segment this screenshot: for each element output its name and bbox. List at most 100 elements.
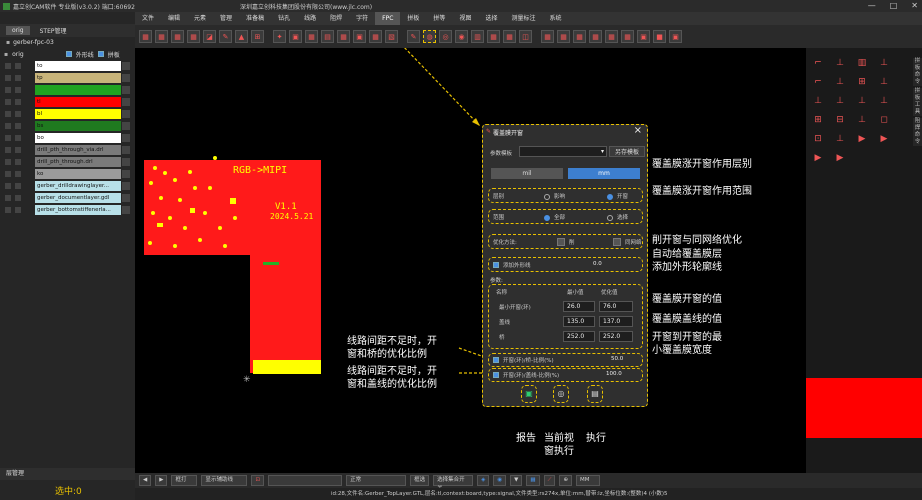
layer-select-checkbox[interactable] [15, 182, 21, 189]
layer-row[interactable]: drill_pth_through.drl [0, 156, 135, 167]
panel-tool-icon[interactable]: ⌐ [810, 75, 826, 89]
toolbar-tool-icon[interactable]: ▦ [155, 30, 168, 43]
layer-option-icon[interactable] [122, 169, 130, 178]
param-min-input[interactable]: 26.0 [563, 301, 595, 312]
project-node[interactable]: ▪ gerber-fpc-03 [0, 37, 135, 49]
layer-option-icon[interactable] [122, 85, 130, 94]
panel-tool-icon[interactable]: ◻ [876, 113, 892, 127]
layer-visible-checkbox[interactable] [5, 170, 11, 177]
panel-checkbox[interactable] [97, 51, 104, 57]
bridge-ratio-checkbox[interactable] [493, 357, 499, 363]
cover-ratio-value[interactable]: 100.0 [606, 371, 622, 377]
layer-option-icon[interactable] [122, 205, 130, 214]
close-icon[interactable]: ✕ [911, 1, 918, 10]
save-template-button[interactable]: 另存模板 [609, 146, 645, 157]
toolbar-tool-icon[interactable]: ▣ [669, 30, 682, 43]
prev-icon[interactable]: ◀ [139, 475, 152, 486]
toolbar-tool-icon[interactable]: ✎ [219, 30, 232, 43]
layer-row[interactable]: bl [0, 108, 135, 119]
panel-tool-icon[interactable]: ⌐ [810, 56, 826, 70]
layer-visible-checkbox[interactable] [5, 194, 11, 201]
panel-tool-icon[interactable]: ⊥ [854, 113, 870, 127]
layer-option-icon[interactable] [122, 121, 130, 130]
layer-option-icon[interactable] [122, 181, 130, 190]
layer-select-checkbox[interactable] [15, 86, 21, 93]
bridge-ratio-value[interactable]: 50.0 [611, 356, 623, 362]
panel-tool-icon[interactable]: ▶ [832, 151, 848, 165]
panel-tool-icon[interactable]: ▶ [876, 132, 892, 146]
layer-option-icon[interactable] [122, 97, 130, 106]
panel-tool-icon[interactable]: ⊥ [832, 132, 848, 146]
layer-row[interactable]: gerber_bottomstiffenerla... [0, 204, 135, 215]
right-tab-mask-cmd[interactable]: 阻焊命令 [913, 118, 922, 146]
toolbar-tool-icon[interactable]: ◪ [203, 30, 216, 43]
layer-option-icon[interactable] [122, 133, 130, 142]
layer-select-checkbox[interactable] [15, 206, 21, 213]
scope-select-radio[interactable]: 选择 [607, 213, 628, 221]
menu-item-0[interactable]: 文件 [135, 12, 161, 25]
layer-visible-checkbox[interactable] [5, 98, 11, 105]
layer-row[interactable]: drill_pth_through_via.drl [0, 144, 135, 155]
layer-row[interactable]: ko [0, 168, 135, 179]
panel-tool-icon[interactable]: ⊞ [810, 113, 826, 127]
tab-step-manage[interactable]: STEP管理 [34, 25, 73, 36]
menu-item-3[interactable]: 管理 [213, 12, 239, 25]
panel-tool-icon[interactable]: ⊥ [810, 94, 826, 108]
toolbar-tool-icon[interactable]: ■ [653, 30, 666, 43]
toolbar-tool-icon[interactable]: ▦ [187, 30, 200, 43]
param-opt-input[interactable]: 252.0 [599, 331, 633, 342]
toolbar-tool-icon[interactable]: ▦ [337, 30, 350, 43]
layer-option-icon[interactable] [122, 73, 130, 82]
toolbar-tool-icon[interactable]: ✦ [273, 30, 286, 43]
panel-tool-icon[interactable]: ⊥ [876, 94, 892, 108]
menu-item-11[interactable]: 拼等 [426, 12, 452, 25]
toolbar-tool-icon[interactable]: ▣ [289, 30, 302, 43]
panel-tool-icon[interactable]: ⊥ [832, 94, 848, 108]
layer-select-checkbox[interactable] [15, 74, 21, 81]
layer-row[interactable]: gerber_drilldrawinglayer... [0, 180, 135, 191]
menu-item-2[interactable]: 元素 [187, 12, 213, 25]
toolbar-tool-icon[interactable]: ▲ [235, 30, 248, 43]
layer-select-checkbox[interactable] [15, 170, 21, 177]
layer-opt2-radio[interactable]: 开窗 [607, 192, 628, 200]
param-opt-input[interactable]: 137.0 [599, 316, 633, 327]
layer-row[interactable]: to [0, 60, 135, 71]
menu-item-4[interactable]: 准备稿 [239, 12, 271, 25]
layer-visible-checkbox[interactable] [5, 62, 11, 69]
pcb-canvas[interactable]: RGB->MIPI V1.1 2024.5.21 ✳ 覆盖膜涨开窗作用层别 覆盖… [135, 48, 806, 473]
layer-select-checkbox[interactable] [15, 146, 21, 153]
panel-tool-icon[interactable]: ⊡ [810, 132, 826, 146]
layer-manage-tab[interactable]: 层管理 [0, 468, 135, 480]
scope-all-radio[interactable]: 全部 [544, 213, 565, 221]
zoom-icon[interactable]: ⊕ [559, 475, 573, 486]
unit-mm-button[interactable]: mm [568, 168, 640, 179]
menu-item-14[interactable]: 测量标注 [504, 12, 542, 25]
outline-checkbox[interactable] [65, 51, 72, 57]
menu-item-8[interactable]: 字符 [349, 12, 375, 25]
toolbar-tool-icon[interactable]: ◎ [439, 30, 452, 43]
toolbar-tool-icon[interactable]: ▥ [471, 30, 484, 43]
selection-filter-button[interactable]: 选择集合开关 [433, 475, 474, 492]
cover-ratio-checkbox[interactable] [493, 372, 499, 378]
execute-button[interactable]: ▤ [587, 385, 603, 403]
layer-visible-checkbox[interactable] [5, 86, 11, 93]
toolbar-tool-icon[interactable]: ▦ [171, 30, 184, 43]
layer-option-icon[interactable] [122, 157, 130, 166]
layer-option-icon[interactable] [122, 109, 130, 118]
template-select[interactable]: ▾ [519, 146, 607, 157]
measure-icon[interactable]: ⟋ [543, 475, 556, 486]
menu-item-7[interactable]: 阻焊 [323, 12, 349, 25]
opt-net-checkbox[interactable] [613, 238, 621, 246]
layer-opt1-radio[interactable]: 影响 [544, 192, 565, 200]
menu-item-15[interactable]: 系统 [542, 12, 568, 25]
menu-item-1[interactable]: 编辑 [161, 12, 187, 25]
layer-option-icon[interactable] [122, 145, 130, 154]
funnel-icon[interactable]: ▼ [510, 475, 523, 486]
panel-tool-icon[interactable]: ⊥ [832, 56, 848, 70]
menu-item-12[interactable]: 视图 [452, 12, 478, 25]
grid-icon[interactable]: ▦ [526, 475, 540, 486]
right-tab-panel-cmd[interactable]: 拼板命令 [913, 58, 922, 86]
layer-select-checkbox[interactable] [15, 158, 21, 165]
add-outline-value[interactable]: 0.0 [593, 261, 602, 267]
layer-select-checkbox[interactable] [15, 194, 21, 201]
